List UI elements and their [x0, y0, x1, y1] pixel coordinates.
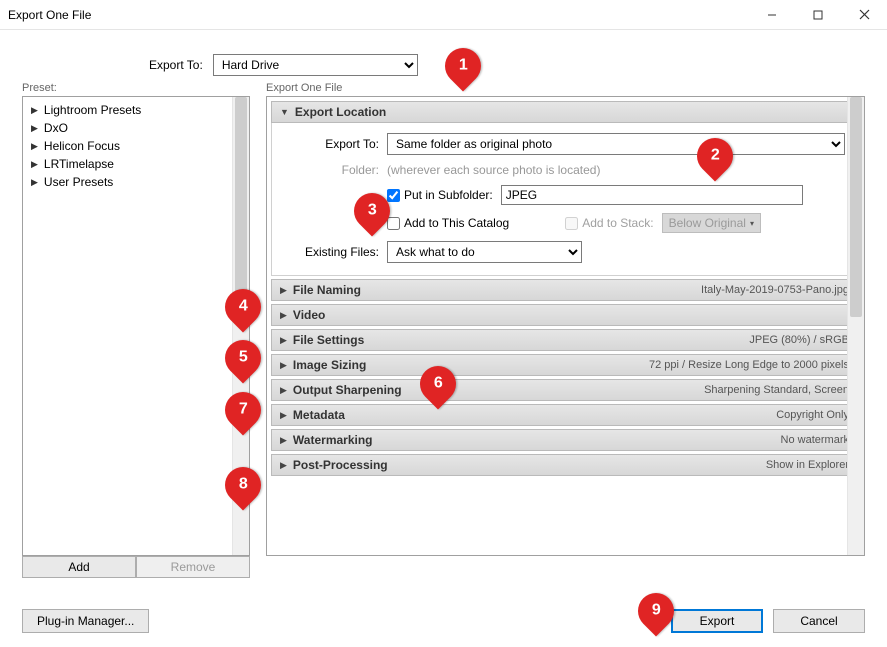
post-processing-summary: Show in Explorer [766, 459, 849, 471]
section-header-watermarking[interactable]: ▶WatermarkingNo watermark [271, 429, 858, 451]
cancel-button[interactable]: Cancel [773, 609, 865, 633]
folder-hint: (wherever each source photo is located) [387, 163, 600, 177]
export-to-select[interactable]: Hard Drive [213, 54, 418, 76]
preset-item-dxo[interactable]: ▶DxO [25, 119, 247, 137]
chevron-right-icon: ▶ [280, 310, 287, 321]
maximize-button[interactable] [795, 0, 841, 29]
put-in-subfolder-check[interactable]: Put in Subfolder: [387, 188, 493, 202]
image-sizing-summary: 72 ppi / Resize Long Edge to 2000 pixels [649, 359, 849, 371]
section-header-file-naming[interactable]: ▶File NamingItaly-May-2019-0753-Pano.jpg [271, 279, 858, 301]
preset-item-helicon[interactable]: ▶Helicon Focus [25, 137, 247, 155]
loc-export-to-select[interactable]: Same folder as original photo [387, 133, 845, 155]
section-header-image-sizing[interactable]: ▶Image Sizing72 ppi / Resize Long Edge t… [271, 354, 858, 376]
output-sharpening-summary: Sharpening Standard, Screen [704, 384, 849, 396]
loc-export-to-label: Export To: [284, 137, 379, 151]
chevron-right-icon: ▶ [31, 141, 38, 152]
section-header-file-settings[interactable]: ▶File SettingsJPEG (80%) / sRGB [271, 329, 858, 351]
preset-label: Preset: [22, 82, 250, 94]
close-button[interactable] [841, 0, 887, 29]
preset-list-box: ▶Lightroom Presets ▶DxO ▶Helicon Focus ▶… [22, 96, 250, 556]
chevron-down-icon: ▾ [750, 219, 754, 228]
section-export-location: ▼ Export Location Export To: Same folder… [271, 101, 858, 276]
scrollbar[interactable] [847, 97, 864, 555]
minimize-button[interactable] [749, 0, 795, 29]
preset-item-lrtimelapse[interactable]: ▶LRTimelapse [25, 155, 247, 173]
chevron-right-icon: ▶ [280, 385, 287, 396]
chevron-right-icon: ▶ [280, 410, 287, 421]
folder-label: Folder: [284, 163, 379, 177]
scrollbar[interactable] [232, 97, 249, 555]
export-to-label: Export To: [149, 58, 203, 72]
below-original-button: Below Original ▾ [662, 213, 761, 233]
section-header-output-sharpening[interactable]: ▶Output SharpeningSharpening Standard, S… [271, 379, 858, 401]
remove-preset-button: Remove [136, 556, 250, 578]
chevron-right-icon: ▶ [280, 360, 287, 371]
metadata-summary: Copyright Only [776, 409, 849, 421]
subfolder-input[interactable] [501, 185, 803, 205]
put-in-subfolder-checkbox[interactable] [387, 189, 400, 202]
preset-item-lightroom[interactable]: ▶Lightroom Presets [25, 101, 247, 119]
chevron-right-icon: ▶ [31, 123, 38, 134]
watermarking-summary: No watermark [781, 434, 849, 446]
section-header-video[interactable]: ▶Video [271, 304, 858, 326]
export-button[interactable]: Export [671, 609, 763, 633]
section-header-post-processing[interactable]: ▶Post-ProcessingShow in Explorer [271, 454, 858, 476]
add-preset-button[interactable]: Add [22, 556, 136, 578]
plugin-manager-button[interactable]: Plug-in Manager... [22, 609, 149, 633]
add-to-catalog-check[interactable]: Add to This Catalog [387, 216, 509, 230]
chevron-right-icon: ▶ [280, 435, 287, 446]
chevron-right-icon: ▶ [280, 285, 287, 296]
chevron-down-icon: ▼ [280, 107, 289, 117]
scrollbar-thumb[interactable] [235, 97, 247, 297]
scrollbar-thumb[interactable] [850, 97, 862, 317]
section-header-metadata[interactable]: ▶MetadataCopyright Only [271, 404, 858, 426]
add-to-catalog-checkbox[interactable] [387, 217, 400, 230]
chevron-right-icon: ▶ [31, 177, 38, 188]
titlebar: Export One File [0, 0, 887, 30]
window-buttons [749, 0, 887, 29]
right-panel-label: Export One File [266, 82, 865, 94]
chevron-right-icon: ▶ [31, 159, 38, 170]
preset-item-user[interactable]: ▶User Presets [25, 173, 247, 191]
section-header-export-location[interactable]: ▼ Export Location [271, 101, 858, 123]
existing-files-select[interactable]: Ask what to do [387, 241, 582, 263]
file-settings-summary: JPEG (80%) / sRGB [749, 334, 849, 346]
add-to-stack-checkbox [565, 217, 578, 230]
file-naming-summary: Italy-May-2019-0753-Pano.jpg [701, 284, 849, 296]
window-title: Export One File [8, 8, 91, 22]
add-to-stack-check: Add to Stack: [565, 216, 653, 230]
chevron-right-icon: ▶ [31, 105, 38, 116]
chevron-right-icon: ▶ [280, 460, 287, 471]
chevron-right-icon: ▶ [280, 335, 287, 346]
existing-files-label: Existing Files: [284, 245, 379, 259]
